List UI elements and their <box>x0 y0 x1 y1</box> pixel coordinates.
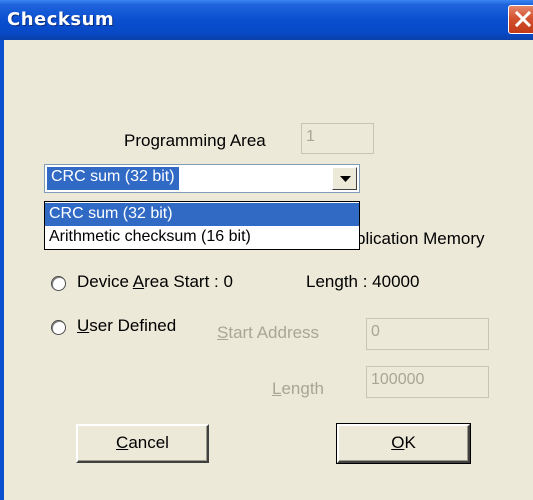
close-icon <box>514 10 532 28</box>
length-field: 100000 <box>366 366 489 398</box>
close-button[interactable] <box>508 5 533 34</box>
chevron-down-icon <box>340 176 351 182</box>
dropdown-button[interactable] <box>332 167 357 190</box>
programming-area-label: Programming Area <box>124 131 266 150</box>
programming-area-value: 1 <box>306 128 315 145</box>
title-bar: Checksum <box>0 0 533 40</box>
device-area-label[interactable]: Device Area Start : 0 <box>77 272 233 292</box>
user-defined-label[interactable]: User Defined <box>77 316 176 336</box>
start-address-label: Start Address <box>217 323 320 342</box>
checksum-type-selected: CRC sum (32 bit) <box>46 166 180 191</box>
length-value: 100000 <box>371 371 425 388</box>
device-area-length: Length : 40000 <box>306 272 420 291</box>
application-memory-label: plication Memory <box>356 229 485 248</box>
programming-area-field: 1 <box>301 123 374 154</box>
checksum-type-select[interactable]: CRC sum (32 bit) <box>44 164 360 193</box>
window-frame <box>0 40 4 500</box>
dropdown-option-crc[interactable]: CRC sum (32 bit) <box>45 203 359 226</box>
window-title: Checksum <box>7 9 115 30</box>
start-address-value: 0 <box>371 323 380 340</box>
length-label: Length <box>272 379 325 398</box>
ok-button[interactable]: OK <box>336 423 471 464</box>
checksum-type-dropdown-list: CRC sum (32 bit) Arithmetic checksum (16… <box>44 201 360 250</box>
dropdown-option-arithmetic[interactable]: Arithmetic checksum (16 bit) <box>45 226 359 249</box>
device-area-radio[interactable] <box>51 276 66 291</box>
user-defined-radio[interactable] <box>51 320 66 335</box>
cancel-button[interactable]: Cancel <box>76 424 209 463</box>
start-address-field: 0 <box>366 318 489 350</box>
